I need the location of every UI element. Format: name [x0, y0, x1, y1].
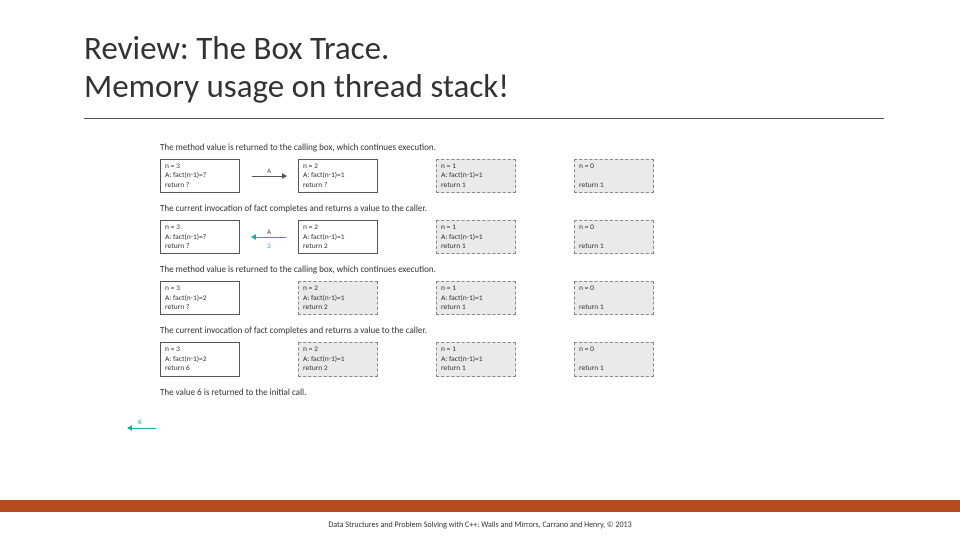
box-n3: n = 3A: fact(n-1)=?return ? [160, 159, 240, 193]
box-n1-done: n = 1A: fact(n-1)=1return 1 [436, 342, 516, 376]
box-n0-done: n = 0 return 1 [574, 342, 654, 376]
arrow-left-icon [128, 428, 156, 429]
diagram-area: The method value is returned to the call… [160, 132, 800, 404]
return-arrow-out: 6 [128, 428, 156, 429]
title-line-1: Review: The Box Trace. [84, 28, 389, 68]
box-n2-done: n = 2A: fact(n-1)=1return 2 [298, 342, 378, 376]
caption-5: The value 6 is returned to the initial c… [160, 387, 800, 398]
box-n1-done: n = 1A: fact(n-1)=1return 1 [436, 281, 516, 315]
caption-3: The method value is returned to the call… [160, 264, 800, 275]
title-underline [84, 118, 884, 119]
arrow-label-A: A [267, 227, 271, 236]
title-line-2: Memory usage on thread stack! [84, 66, 509, 106]
accent-bar [0, 500, 960, 512]
box-n0-done: n = 0 return 1 [574, 281, 654, 315]
box-n3: n = 3A: fact(n-1)=?return ? [160, 220, 240, 254]
slide-title: Review: The Box Trace. Memory usage on t… [84, 30, 509, 106]
box-n1-done: n = 1A: fact(n-1)=1return 1 [436, 220, 516, 254]
box-n2: n = 2A: fact(n-1)=1return 2 [298, 220, 378, 254]
trace-row-2: n = 3A: fact(n-1)=?return ? A 2 n = 2A: … [160, 220, 800, 254]
box-n3: n = 3A: fact(n-1)=2return 6 [160, 342, 240, 376]
caption-1: The method value is returned to the call… [160, 142, 800, 153]
arrow-label-A: A [267, 166, 271, 175]
box-n0-done: n = 0 return 1 [574, 159, 654, 193]
arrow-gap: A 2 [240, 237, 298, 238]
return-label-6: 6 [138, 417, 142, 426]
return-label-2: 2 [267, 241, 271, 250]
arrow-right-icon [252, 176, 286, 177]
box-n0-done: n = 0 return 1 [574, 220, 654, 254]
trace-row-1: n = 3A: fact(n-1)=?return ? A n = 2A: fa… [160, 159, 800, 193]
arrow-gap: A [240, 176, 298, 177]
trace-row-4: n = 3A: fact(n-1)=2return 6 n = 2A: fact… [160, 342, 800, 376]
arrow-left-icon [252, 237, 286, 238]
box-n2-done: n = 2A: fact(n-1)=1return 2 [298, 281, 378, 315]
caption-2: The current invocation of fact completes… [160, 203, 800, 214]
box-n1-done: n = 1A: fact(n-1)=1return 1 [436, 159, 516, 193]
box-n3: n = 3A: fact(n-1)=2return ? [160, 281, 240, 315]
box-n2: n = 2A: fact(n-1)=1return ? [298, 159, 378, 193]
footer-citation: Data Structures and Problem Solving with… [0, 520, 960, 530]
trace-row-3: n = 3A: fact(n-1)=2return ? n = 2A: fact… [160, 281, 800, 315]
caption-4: The current invocation of fact completes… [160, 325, 800, 336]
